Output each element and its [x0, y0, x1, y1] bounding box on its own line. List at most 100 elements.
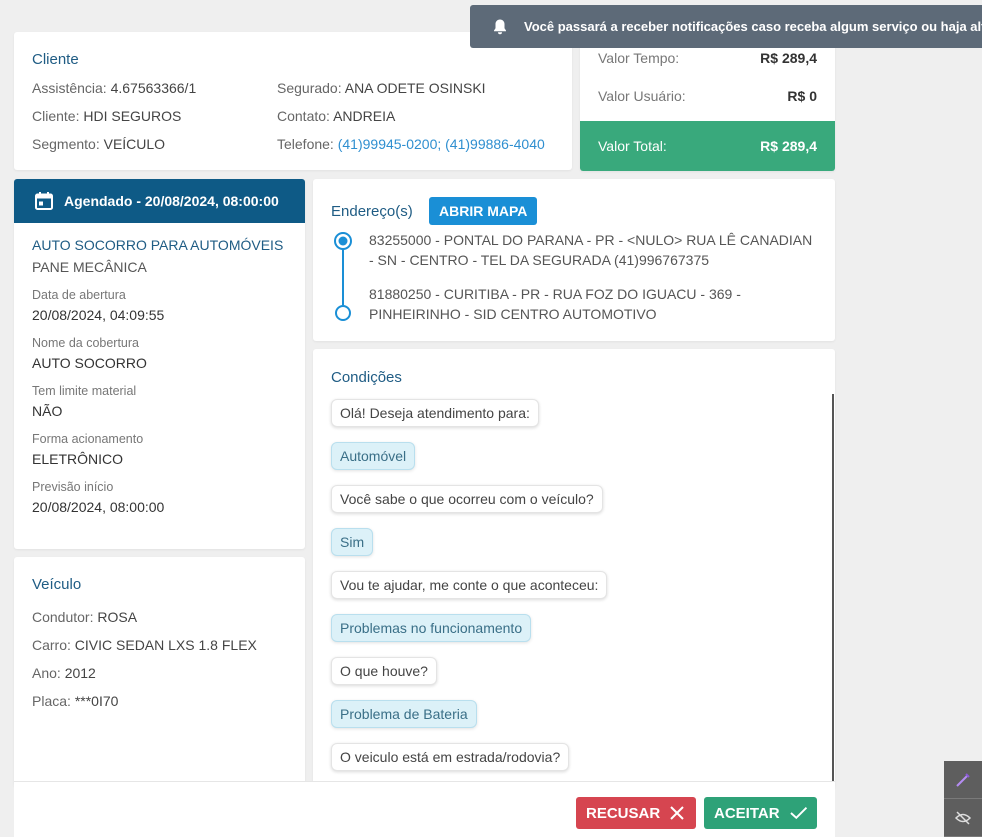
- field-data-abertura: Data de abertura 20/08/2024, 04:09:55: [32, 287, 287, 327]
- vehicle-condutor: Condutor: ROSA: [32, 608, 257, 636]
- destination-marker-icon: [335, 305, 351, 321]
- valor-usuario-value: R$ 0: [787, 88, 817, 104]
- cliente-label: Cliente:: [32, 108, 80, 124]
- condutor-value: ROSA: [97, 609, 138, 625]
- values-card: Valor Tempo: R$ 289,4 Valor Usuário: R$ …: [580, 32, 835, 171]
- schedule-body: AUTO SOCORRO PARA AUTOMÓVEIS PANE MECÂNI…: [14, 223, 305, 519]
- conditions-scrollbar[interactable]: [832, 394, 834, 789]
- assistencia-value: 4.67563366/1: [110, 80, 197, 96]
- ano-value: 2012: [64, 665, 96, 681]
- check-icon: [789, 806, 807, 820]
- valor-total-row: Valor Total: R$ 289,4: [580, 121, 835, 171]
- notification-toast[interactable]: Você passará a receber notificações caso…: [470, 5, 982, 48]
- close-icon: [670, 806, 684, 820]
- valor-tempo-value: R$ 289,4: [760, 50, 817, 66]
- field-label: Nome da cobertura: [32, 336, 140, 350]
- vehicle-placa: Placa: ***0I70: [32, 692, 257, 720]
- chat-answer: Automóvel: [331, 442, 416, 470]
- segurado-value: ANA ODETE OSINSKI: [344, 80, 486, 96]
- chat-answer: Problemas no funcionamento: [331, 614, 532, 642]
- field-nome-cobertura: Nome da cobertura AUTO SOCORRO: [32, 335, 287, 375]
- service-name: AUTO SOCORRO PARA AUTOMÓVEIS: [32, 237, 284, 253]
- client-card: Cliente Assistência: 4.67563366/1 Client…: [14, 32, 572, 170]
- chat-question: Você sabe o que ocorreu com o veículo?: [331, 485, 603, 513]
- conditions-title: Condições: [331, 369, 402, 386]
- pen-tool-button[interactable]: [944, 761, 982, 799]
- field-value: AUTO SOCORRO: [32, 355, 147, 371]
- segurado-label: Segurado:: [277, 80, 342, 96]
- eye-off-icon: [954, 810, 972, 825]
- service-problem: PANE MECÂNICA: [32, 259, 147, 275]
- client-contato: Contato: ANDREIA: [277, 107, 545, 135]
- client-right-column: Segurado: ANA ODETE OSINSKI Contato: AND…: [277, 79, 545, 163]
- field-value: NÃO: [32, 403, 63, 419]
- vehicle-title: Veículo: [32, 576, 82, 593]
- chat-answer: Sim: [331, 528, 374, 556]
- chat-answer: Problema de Bateria: [331, 700, 477, 728]
- field-limite-material: Tem limite material NÃO: [32, 383, 287, 423]
- address-card: Endereço(s) ABRIR MAPA 83255000 - PONTAL…: [313, 179, 835, 341]
- accept-button[interactable]: ACEITAR: [704, 797, 817, 829]
- valor-total-value: R$ 289,4: [760, 138, 817, 154]
- telefone-link[interactable]: (41)99945-0200; (41)99886-4040: [338, 136, 545, 152]
- valor-tempo-label: Valor Tempo:: [598, 50, 680, 66]
- origin-address: 83255000 - PONTAL DO PARANA - PR - <NULO…: [369, 232, 813, 268]
- client-title: Cliente: [32, 51, 79, 68]
- field-value: 20/08/2024, 08:00:00: [32, 499, 165, 515]
- schedule-header: Agendado - 20/08/2024, 08:00:00: [14, 179, 305, 223]
- carro-value: CIVIC SEDAN LXS 1.8 FLEX: [74, 637, 257, 653]
- field-label: Previsão início: [32, 480, 114, 494]
- cliente-value: HDI SEGUROS: [83, 108, 182, 124]
- field-forma-acionamento: Forma acionamento ELETRÔNICO: [32, 431, 287, 471]
- chat-question: Vou te ajudar, me conte o que aconteceu:: [331, 571, 608, 599]
- field-label: Tem limite material: [32, 384, 137, 398]
- valor-total-label: Valor Total:: [598, 138, 667, 154]
- placa-value: ***0I70: [74, 693, 119, 709]
- valor-usuario-label: Valor Usuário:: [598, 88, 686, 104]
- condutor-label: Condutor:: [32, 609, 94, 625]
- pen-icon: [956, 772, 970, 787]
- field-label: Data de abertura: [32, 288, 126, 302]
- client-segmento: Segmento: VEÍCULO: [32, 135, 196, 163]
- carro-label: Carro:: [32, 637, 71, 653]
- client-telefone: Telefone: (41)99945-0200; (41)99886-4040: [277, 135, 545, 163]
- segmento-value: VEÍCULO: [103, 136, 166, 152]
- field-label: Forma acionamento: [32, 432, 144, 446]
- address-title: Endereço(s): [331, 203, 413, 220]
- route-timeline: [334, 232, 352, 321]
- destination-address: 81880250 - CURITIBA - PR - RUA FOZ DO IG…: [369, 286, 741, 322]
- reject-label: RECUSAR: [586, 804, 661, 822]
- field-value: ELETRÔNICO: [32, 451, 124, 467]
- schedule-card: Agendado - 20/08/2024, 08:00:00 AUTO SOC…: [14, 179, 305, 549]
- action-footer: RECUSAR ACEITAR: [14, 781, 835, 837]
- segmento-label: Segmento:: [32, 136, 100, 152]
- vehicle-list: Condutor: ROSA Carro: CIVIC SEDAN LXS 1.…: [32, 608, 257, 720]
- bell-icon: [494, 19, 506, 34]
- contato-label: Contato:: [277, 108, 330, 124]
- client-assistencia: Assistência: 4.67563366/1: [32, 79, 196, 107]
- client-cliente: Cliente: HDI SEGUROS: [32, 107, 196, 135]
- chat-question: O veiculo está em estrada/rodovia?: [331, 743, 570, 771]
- ano-label: Ano:: [32, 665, 61, 681]
- telefone-label: Telefone:: [277, 136, 334, 152]
- notification-text: Você passará a receber notificações caso…: [524, 19, 982, 34]
- open-map-button[interactable]: ABRIR MAPA: [429, 197, 538, 225]
- placa-label: Placa:: [32, 693, 71, 709]
- schedule-header-text: Agendado - 20/08/2024, 08:00:00: [64, 193, 279, 209]
- field-previsao-inicio: Previsão início 20/08/2024, 08:00:00: [32, 479, 287, 519]
- vehicle-card: Veículo Condutor: ROSA Carro: CIVIC SEDA…: [14, 557, 305, 787]
- contato-value: ANDREIA: [333, 108, 396, 124]
- conditions-card: Condições Olá! Deseja atendimento para: …: [313, 349, 835, 789]
- hide-tool-button[interactable]: [944, 799, 982, 837]
- valor-usuario-row: Valor Usuário: R$ 0: [580, 77, 835, 115]
- vehicle-carro: Carro: CIVIC SEDAN LXS 1.8 FLEX: [32, 636, 257, 664]
- client-left-column: Assistência: 4.67563366/1 Cliente: HDI S…: [32, 79, 196, 163]
- accept-label: ACEITAR: [714, 804, 780, 822]
- field-value: 20/08/2024, 04:09:55: [32, 307, 165, 323]
- chat-question: O que houve?: [331, 657, 437, 685]
- calendar-icon: [35, 192, 53, 210]
- chat-question: Olá! Deseja atendimento para:: [331, 399, 539, 427]
- assistencia-label: Assistência:: [32, 80, 107, 96]
- client-segurado: Segurado: ANA ODETE OSINSKI: [277, 79, 545, 107]
- reject-button[interactable]: RECUSAR: [576, 797, 696, 829]
